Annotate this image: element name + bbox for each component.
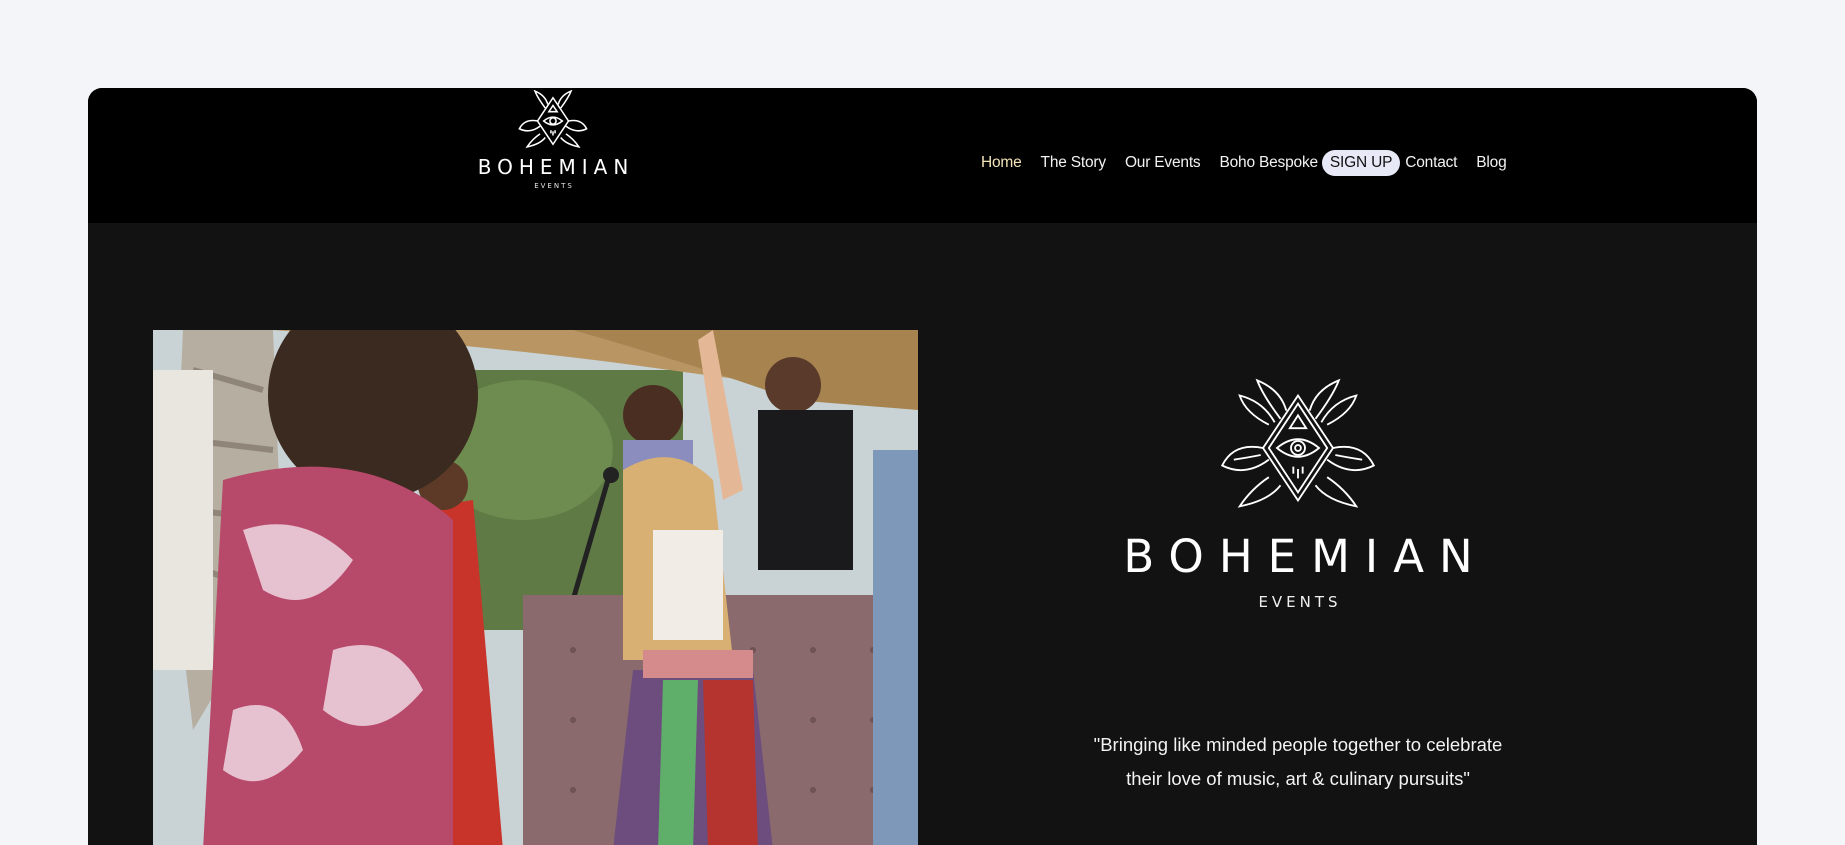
header-logo[interactable]: BOHEMIAN EVENTS	[438, 90, 668, 195]
nav-blog[interactable]: Blog	[1476, 154, 1506, 172]
main-nav: Home The Story Our Events Boho Bespoke S…	[981, 148, 1526, 178]
nav-contact[interactable]: Contact	[1405, 154, 1457, 172]
hero-subtitle: EVENTS	[1258, 593, 1342, 611]
sign-up-button[interactable]: SIGN UP	[1321, 150, 1401, 176]
tagline: "Bringing like minded people together to…	[1048, 728, 1548, 796]
brand-wordmark: BOHEMIAN	[477, 155, 635, 179]
nav-boho-bespoke[interactable]: Boho Bespoke	[1219, 154, 1318, 172]
eye-emblem-icon	[518, 90, 588, 148]
nav-home[interactable]: Home	[981, 154, 1022, 172]
nav-the-story[interactable]: The Story	[1041, 154, 1107, 172]
tagline-line-2: their love of music, art & culinary purs…	[1126, 768, 1470, 789]
nav-our-events[interactable]: Our Events	[1125, 154, 1201, 172]
hero-photo	[153, 330, 918, 845]
browser-window: BOHEMIAN EVENTS Home The Story Our Event…	[88, 88, 1757, 845]
site-header: BOHEMIAN EVENTS Home The Story Our Event…	[88, 88, 1757, 223]
tagline-line-1: "Bringing like minded people together to…	[1093, 734, 1503, 755]
eye-emblem-large-icon	[1220, 378, 1376, 508]
hero-logo: BOHEMIAN EVENTS	[1088, 378, 1508, 611]
brand-subtitle: EVENTS	[534, 182, 574, 190]
hero-wordmark: BOHEMIAN	[1123, 530, 1488, 583]
